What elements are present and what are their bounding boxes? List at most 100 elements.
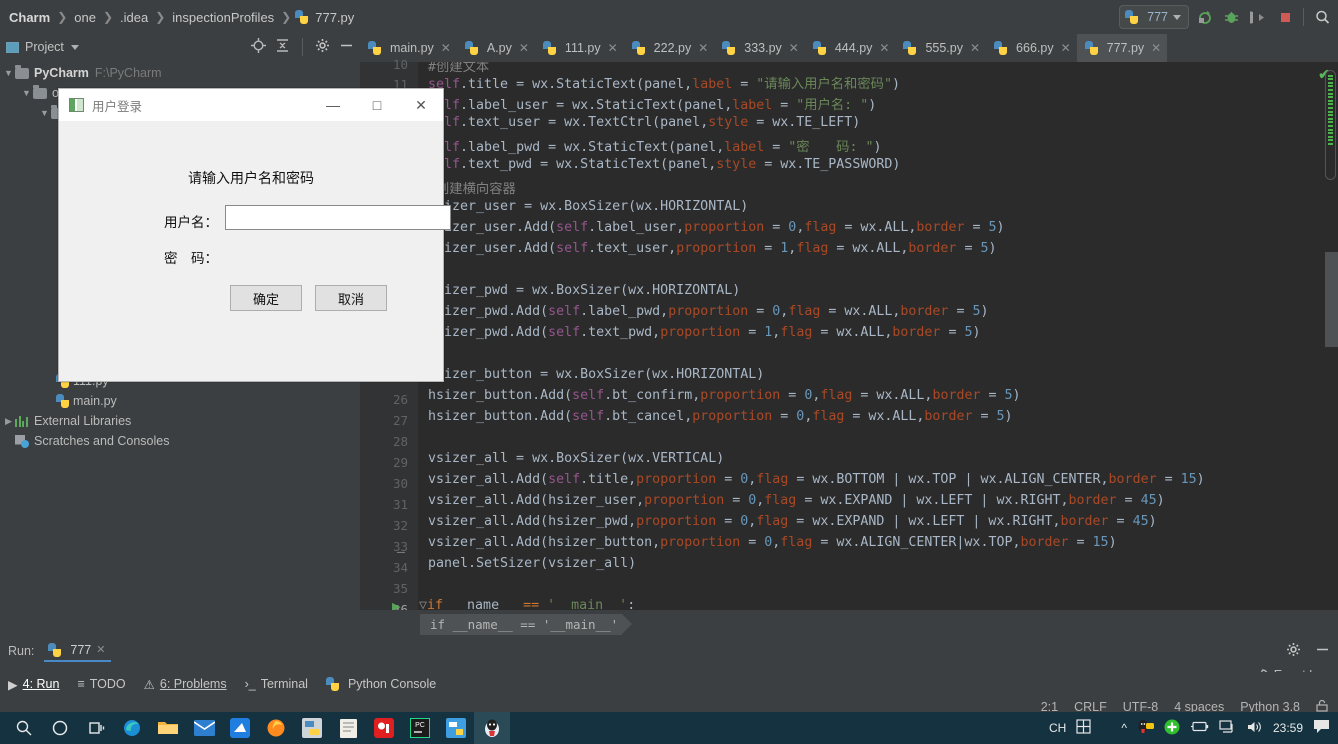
qq-tray-icon[interactable] xyxy=(1137,719,1154,737)
library-icon xyxy=(15,415,29,427)
username-input[interactable] xyxy=(225,205,451,230)
python-file-icon xyxy=(48,642,62,657)
code-line-14: self.label_pwd = wx.StaticText(panel,lab… xyxy=(428,140,882,155)
close-button[interactable]: ✕ xyxy=(399,89,443,121)
debug-icon[interactable] xyxy=(1219,5,1243,29)
cortana-icon[interactable] xyxy=(42,712,78,744)
pycharm-taskbar-icon[interactable] xyxy=(294,712,330,744)
minimize-button[interactable]: — xyxy=(311,89,355,121)
breadcrumb-item-inspectionprofiles[interactable]: inspectionProfiles xyxy=(169,10,277,25)
tool-button-python-console[interactable]: Python Console xyxy=(325,677,436,691)
close-icon[interactable]: ✕ xyxy=(789,41,799,55)
tool-button-todo[interactable]: ≡ TODO xyxy=(77,677,125,691)
hide-panel-icon[interactable] xyxy=(1315,642,1330,660)
close-icon[interactable]: ✕ xyxy=(1061,41,1071,55)
tool-window-strip: ▶ 4: Run ≡ TODO ⚠ 6: Problems ›_ Termina… xyxy=(0,672,1338,696)
close-icon[interactable]: ✕ xyxy=(698,41,708,55)
task-view-icon[interactable] xyxy=(78,712,114,744)
breadcrumb-item-idea[interactable]: .idea xyxy=(117,10,151,25)
line-number: 29 xyxy=(392,455,408,470)
breadcrumb-item-charm[interactable]: Charm xyxy=(6,10,53,25)
editor-breadcrumb[interactable]: if __name__ == '__main__' xyxy=(420,614,633,635)
show-hidden-icons-icon[interactable]: ^ xyxy=(1121,721,1127,735)
maximize-button[interactable]: □ xyxy=(355,89,399,121)
hide-panel-icon[interactable] xyxy=(339,38,354,56)
gear-icon[interactable] xyxy=(1286,642,1301,660)
cancel-button[interactable]: 取消 xyxy=(315,285,387,311)
qq-icon[interactable] xyxy=(474,712,510,744)
action-center-icon[interactable] xyxy=(1313,719,1330,737)
tree-label: External Libraries xyxy=(34,414,132,428)
collapse-all-icon[interactable] xyxy=(275,38,290,56)
chevron-down-icon[interactable]: ▼ xyxy=(2,68,15,78)
chevron-right-icon[interactable]: ▶ xyxy=(2,416,15,427)
close-icon[interactable]: ✕ xyxy=(96,643,105,656)
breadcrumb-item-777py[interactable]: 777.py xyxy=(312,10,357,25)
battery-icon[interactable] xyxy=(1190,720,1209,736)
ime-mode-icon[interactable] xyxy=(1076,719,1091,737)
tab-555-py[interactable]: 555.py ✕ xyxy=(895,34,986,62)
foxmail-icon[interactable] xyxy=(222,712,258,744)
search-icon[interactable] xyxy=(1310,5,1334,29)
tree-node-pycharm[interactable]: ▼ PyCharm F:\PyCharm xyxy=(0,63,360,83)
editor-scrollbar-thumb[interactable] xyxy=(1325,252,1338,347)
stop-icon[interactable] xyxy=(1273,5,1297,29)
tool-button-run[interactable]: ▶ 4: Run xyxy=(8,677,59,692)
editor-tab-bar: main.py ✕ A.py ✕ 111.py ✕ 222.py ✕ 333.py ✕ 4… xyxy=(360,34,1338,62)
file-explorer-icon[interactable] xyxy=(150,712,186,744)
gear-icon[interactable] xyxy=(315,38,330,56)
close-icon[interactable]: ✕ xyxy=(519,41,529,55)
tab-444-py[interactable]: 444.py ✕ xyxy=(805,34,896,62)
close-icon[interactable]: ✕ xyxy=(441,41,451,55)
clock[interactable]: 23:59 xyxy=(1273,721,1303,735)
code-line-17: hsizer_user = wx.BoxSizer(wx.HORIZONTAL) xyxy=(428,199,749,214)
tree-node-scratches[interactable]: Scratches and Consoles xyxy=(0,431,360,451)
run-tab-777[interactable]: 777 ✕ xyxy=(44,641,112,662)
tab-333-py[interactable]: 333.py ✕ xyxy=(714,34,805,62)
confirm-button[interactable]: 确定 xyxy=(230,285,302,311)
fold-icon[interactable]: ⚊ xyxy=(396,543,406,556)
tab-777-py[interactable]: 777.py ✕ xyxy=(1076,34,1168,62)
wechat-work-icon[interactable] xyxy=(366,712,402,744)
tab-main-py[interactable]: main.py ✕ xyxy=(360,34,457,62)
coverage-icon[interactable] xyxy=(1246,5,1270,29)
chevron-down-icon[interactable] xyxy=(70,44,79,50)
edge-icon[interactable] xyxy=(114,712,150,744)
tab-666-py[interactable]: 666.py ✕ xyxy=(986,34,1077,62)
tree-node-external-libraries[interactable]: ▶ External Libraries xyxy=(0,411,360,431)
tab-111-py[interactable]: 111.py ✕ xyxy=(535,34,624,62)
tool-button-terminal[interactable]: ›_ Terminal xyxy=(245,677,308,691)
tab-222-py[interactable]: 222.py ✕ xyxy=(624,34,715,62)
code-text[interactable]: #创建文本 self.title = wx.StaticText(panel,l… xyxy=(418,62,1338,610)
pycharm-edu-icon[interactable] xyxy=(438,712,474,744)
notepad-icon[interactable] xyxy=(330,712,366,744)
windows-search-icon[interactable] xyxy=(6,712,42,744)
close-icon[interactable]: ✕ xyxy=(879,41,889,55)
volume-icon[interactable] xyxy=(1246,720,1263,737)
login-dialog[interactable]: 用户登录 — □ ✕ 请输入用户名和密码 用户名： 密 码： 确定 取消 xyxy=(58,88,451,382)
close-icon[interactable]: ✕ xyxy=(608,41,618,55)
chevron-down-icon[interactable]: ▼ xyxy=(20,88,33,98)
locate-file-icon[interactable] xyxy=(251,38,266,56)
security-shield-icon[interactable] xyxy=(1164,719,1180,738)
chevron-down-icon[interactable]: ▼ xyxy=(38,108,51,118)
line-number: 32 xyxy=(392,518,408,533)
breadcrumb-item-one[interactable]: one xyxy=(71,10,99,25)
tool-button-problems[interactable]: ⚠ 6: Problems xyxy=(144,677,227,692)
code-editor[interactable]: 10 11 26 27 28 29 30 31 32 33 34 35 36 ⚊… xyxy=(360,57,1338,617)
tree-node-mainpy[interactable]: main.py xyxy=(0,391,360,411)
rerun-icon[interactable] xyxy=(1192,5,1216,29)
project-panel-title[interactable]: Project xyxy=(25,40,64,54)
close-icon[interactable]: ✕ xyxy=(970,41,980,55)
code-line-25: hsizer_button = wx.BoxSizer(wx.HORIZONTA… xyxy=(428,367,765,382)
network-icon[interactable] xyxy=(1219,719,1236,737)
dialog-titlebar[interactable]: 用户登录 — □ ✕ xyxy=(59,89,443,121)
ime-indicator[interactable]: CH xyxy=(1049,721,1066,735)
close-icon[interactable]: ✕ xyxy=(1151,41,1161,55)
pycharm-pc-icon[interactable]: PC xyxy=(402,712,438,744)
tab-a-py[interactable]: A.py ✕ xyxy=(457,34,535,62)
firefox-icon[interactable] xyxy=(258,712,294,744)
run-configuration-selector[interactable]: 777 xyxy=(1119,5,1189,29)
mail-icon[interactable] xyxy=(186,712,222,744)
editor-scrollbar-track[interactable] xyxy=(1325,190,1338,610)
